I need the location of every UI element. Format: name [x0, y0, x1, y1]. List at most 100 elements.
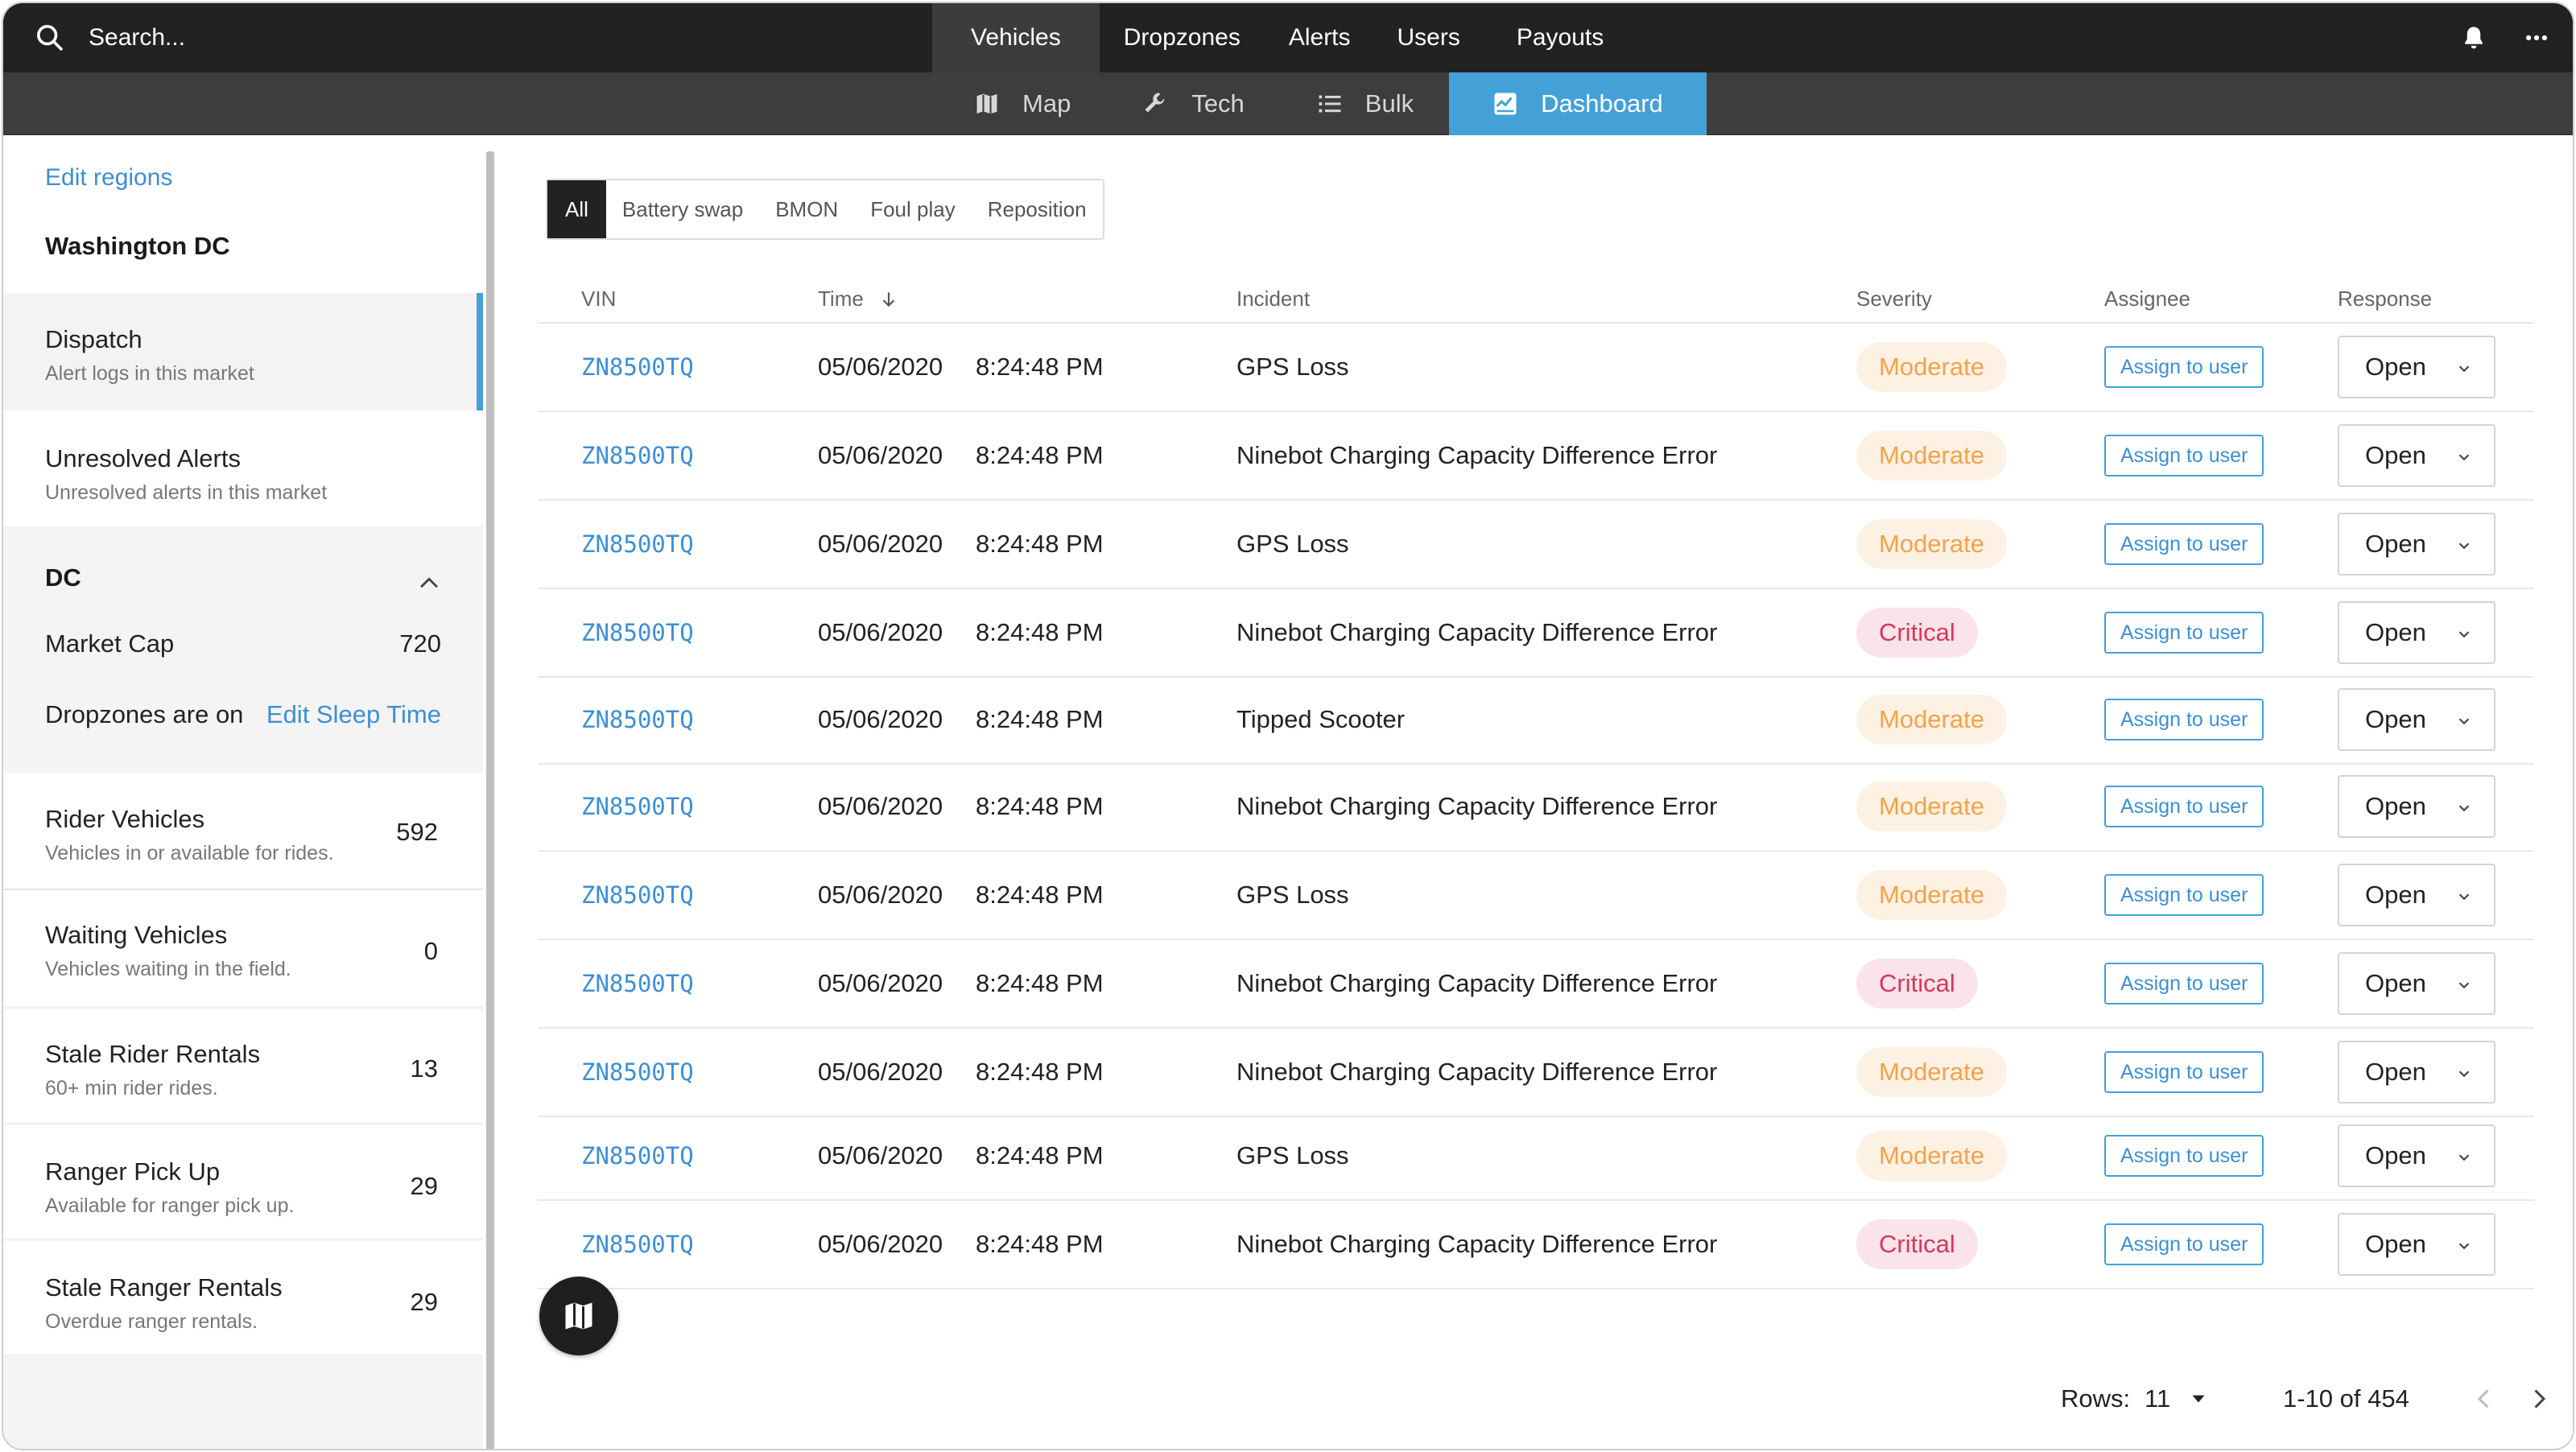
incident-time: 8:24:48 PM: [976, 881, 1104, 909]
sidebar-item-waiting-vehicles[interactable]: Waiting Vehicles Vehicles waiting in the…: [3, 890, 483, 1006]
vin-link[interactable]: ZN8500TQ: [581, 1142, 694, 1169]
sidebar-item-ranger-pick-up[interactable]: Ranger Pick Up Available for ranger pick…: [3, 1125, 483, 1238]
chevron-down-icon: [2458, 718, 2470, 725]
col-header-severity[interactable]: Severity: [1856, 287, 1932, 311]
search-input[interactable]: [89, 24, 411, 52]
chevron-down-icon: [2458, 542, 2470, 550]
filter-battery-swap[interactable]: Battery swap: [606, 180, 759, 238]
vin-link[interactable]: ZN8500TQ: [581, 530, 694, 558]
response-select[interactable]: Open: [2338, 1124, 2496, 1187]
sidebar-item-stale-ranger-rentals[interactable]: Stale Ranger Rentals Overdue ranger rent…: [3, 1241, 483, 1354]
col-header-response[interactable]: Response: [2338, 287, 2432, 311]
assign-to-user-button[interactable]: Assign to user: [2104, 612, 2264, 654]
sidebar-item-subtitle: Vehicles waiting in the field.: [45, 958, 291, 980]
assign-to-user-button[interactable]: Assign to user: [2104, 346, 2264, 388]
subnav-map[interactable]: Map: [937, 72, 1106, 135]
response-select[interactable]: Open: [2338, 952, 2496, 1015]
incident-date: 05/06/2020: [818, 441, 943, 469]
sidebar-scrollbar[interactable]: [486, 151, 494, 1449]
assign-to-user-button[interactable]: Assign to user: [2104, 699, 2264, 740]
nav-users[interactable]: Users: [1375, 3, 1492, 72]
nav-payouts[interactable]: Payouts: [1492, 3, 1628, 72]
chevron-down-icon: [2458, 454, 2470, 461]
search-box[interactable]: [34, 3, 411, 72]
subnav-bulk[interactable]: Bulk: [1280, 72, 1449, 135]
bell-icon[interactable]: [2460, 24, 2487, 52]
sidebar-header: Edit regions Washington DC: [3, 135, 483, 293]
incident-name: Ninebot Charging Capacity Difference Err…: [1236, 792, 1718, 820]
chevron-left-icon[interactable]: [2470, 1384, 2499, 1413]
col-header-incident[interactable]: Incident: [1236, 287, 1310, 311]
sidebar-item-dispatch[interactable]: Dispatch Alert logs in this market: [3, 293, 483, 410]
assign-to-user-button[interactable]: Assign to user: [2104, 874, 2264, 916]
chevron-right-icon[interactable]: [2524, 1384, 2553, 1413]
top-bar: Vehicles Dropzones Alerts Users Payouts: [3, 3, 2573, 72]
response-select[interactable]: Open: [2338, 513, 2496, 575]
incident-date: 05/06/2020: [818, 792, 943, 820]
response-select[interactable]: Open: [2338, 336, 2496, 398]
response-select[interactable]: Open: [2338, 775, 2496, 838]
col-header-label: Response: [2338, 287, 2433, 311]
top-right-actions: [2460, 3, 2550, 72]
response-select[interactable]: Open: [2338, 864, 2496, 926]
assign-to-user-button[interactable]: Assign to user: [2104, 963, 2264, 1004]
incident-name: GPS Loss: [1236, 1141, 1349, 1169]
map-fab-button[interactable]: [539, 1277, 618, 1355]
col-header-label: Time: [818, 287, 864, 311]
assign-to-user-button[interactable]: Assign to user: [2104, 786, 2264, 827]
vin-link[interactable]: ZN8500TQ: [581, 619, 694, 646]
vin-link[interactable]: ZN8500TQ: [581, 353, 694, 381]
rows-per-page-label: Rows:: [2061, 1384, 2131, 1413]
dashboard-icon: [1494, 93, 1517, 115]
sidebar-item-unresolved-alerts[interactable]: Unresolved Alerts Unresolved alerts in t…: [3, 410, 483, 526]
more-icon[interactable]: [2523, 24, 2550, 52]
assign-to-user-button[interactable]: Assign to user: [2104, 1223, 2264, 1265]
nav-alerts[interactable]: Alerts: [1265, 3, 1375, 72]
filter-bmon[interactable]: BMON: [759, 180, 854, 238]
filter-reposition[interactable]: Reposition: [972, 180, 1103, 238]
subnav-tech[interactable]: Tech: [1106, 72, 1279, 135]
table-row: ZN8500TQ 05/06/2020 8:24:48 PM Ninebot Char…: [538, 1201, 2534, 1289]
assign-to-user-button[interactable]: Assign to user: [2104, 523, 2264, 565]
assign-to-user-button[interactable]: Assign to user: [2104, 435, 2264, 476]
incident-time: 8:24:48 PM: [976, 1141, 1104, 1169]
assign-to-user-button[interactable]: Assign to user: [2104, 1135, 2264, 1177]
response-select[interactable]: Open: [2338, 424, 2496, 487]
incident-name: GPS Loss: [1236, 881, 1349, 909]
sidebar-item-rider-vehicles[interactable]: Rider Vehicles Vehicles in or available …: [3, 773, 483, 889]
vin-link[interactable]: ZN8500TQ: [581, 706, 694, 733]
sidebar-item-subtitle: Unresolved alerts in this market: [45, 481, 328, 504]
vin-link[interactable]: ZN8500TQ: [581, 881, 694, 909]
response-select[interactable]: Open: [2338, 1213, 2496, 1276]
vin-link[interactable]: ZN8500TQ: [581, 793, 694, 820]
incident-name: GPS Loss: [1236, 530, 1349, 558]
vin-link[interactable]: ZN8500TQ: [581, 1231, 694, 1258]
incident-name: Ninebot Charging Capacity Difference Err…: [1236, 969, 1718, 997]
subnav-dashboard[interactable]: Dashboard: [1449, 72, 1707, 135]
chevron-down-icon: [2458, 365, 2470, 373]
response-select[interactable]: Open: [2338, 1041, 2496, 1103]
sidebar-item-stale-rider-rentals[interactable]: Stale Rider Rentals 60+ min rider rides.…: [3, 1009, 483, 1122]
map-icon: [565, 1302, 592, 1330]
rows-per-page-select[interactable]: 11: [2145, 1367, 2209, 1431]
vin-link[interactable]: ZN8500TQ: [581, 442, 694, 469]
dropzones-label: Dropzones are on: [45, 700, 244, 728]
chevron-up-icon[interactable]: [415, 570, 443, 597]
col-header-time[interactable]: Time: [818, 287, 899, 311]
nav-dropzones[interactable]: Dropzones: [1100, 3, 1265, 72]
col-header-assignee[interactable]: Assignee: [2104, 287, 2190, 311]
filter-all[interactable]: All: [547, 180, 606, 238]
assign-to-user-button[interactable]: Assign to user: [2104, 1051, 2264, 1093]
nav-vehicles[interactable]: Vehicles: [932, 3, 1100, 72]
subnav-bulk-label: Bulk: [1364, 89, 1414, 118]
rows-per-page-value: 11: [2145, 1384, 2171, 1413]
response-select[interactable]: Open: [2338, 601, 2496, 664]
col-header-vin[interactable]: VIN: [581, 287, 616, 311]
edit-sleep-time-link[interactable]: Edit Sleep Time: [266, 700, 441, 729]
response-select[interactable]: Open: [2338, 688, 2496, 751]
vin-link[interactable]: ZN8500TQ: [581, 970, 694, 997]
vin-link[interactable]: ZN8500TQ: [581, 1058, 694, 1086]
filter-foul-play[interactable]: Foul play: [854, 180, 972, 238]
edit-regions-link[interactable]: Edit regions: [45, 164, 172, 192]
table-row: ZN8500TQ 05/06/2020 8:24:48 PM GPS Loss Mode…: [538, 852, 2534, 940]
